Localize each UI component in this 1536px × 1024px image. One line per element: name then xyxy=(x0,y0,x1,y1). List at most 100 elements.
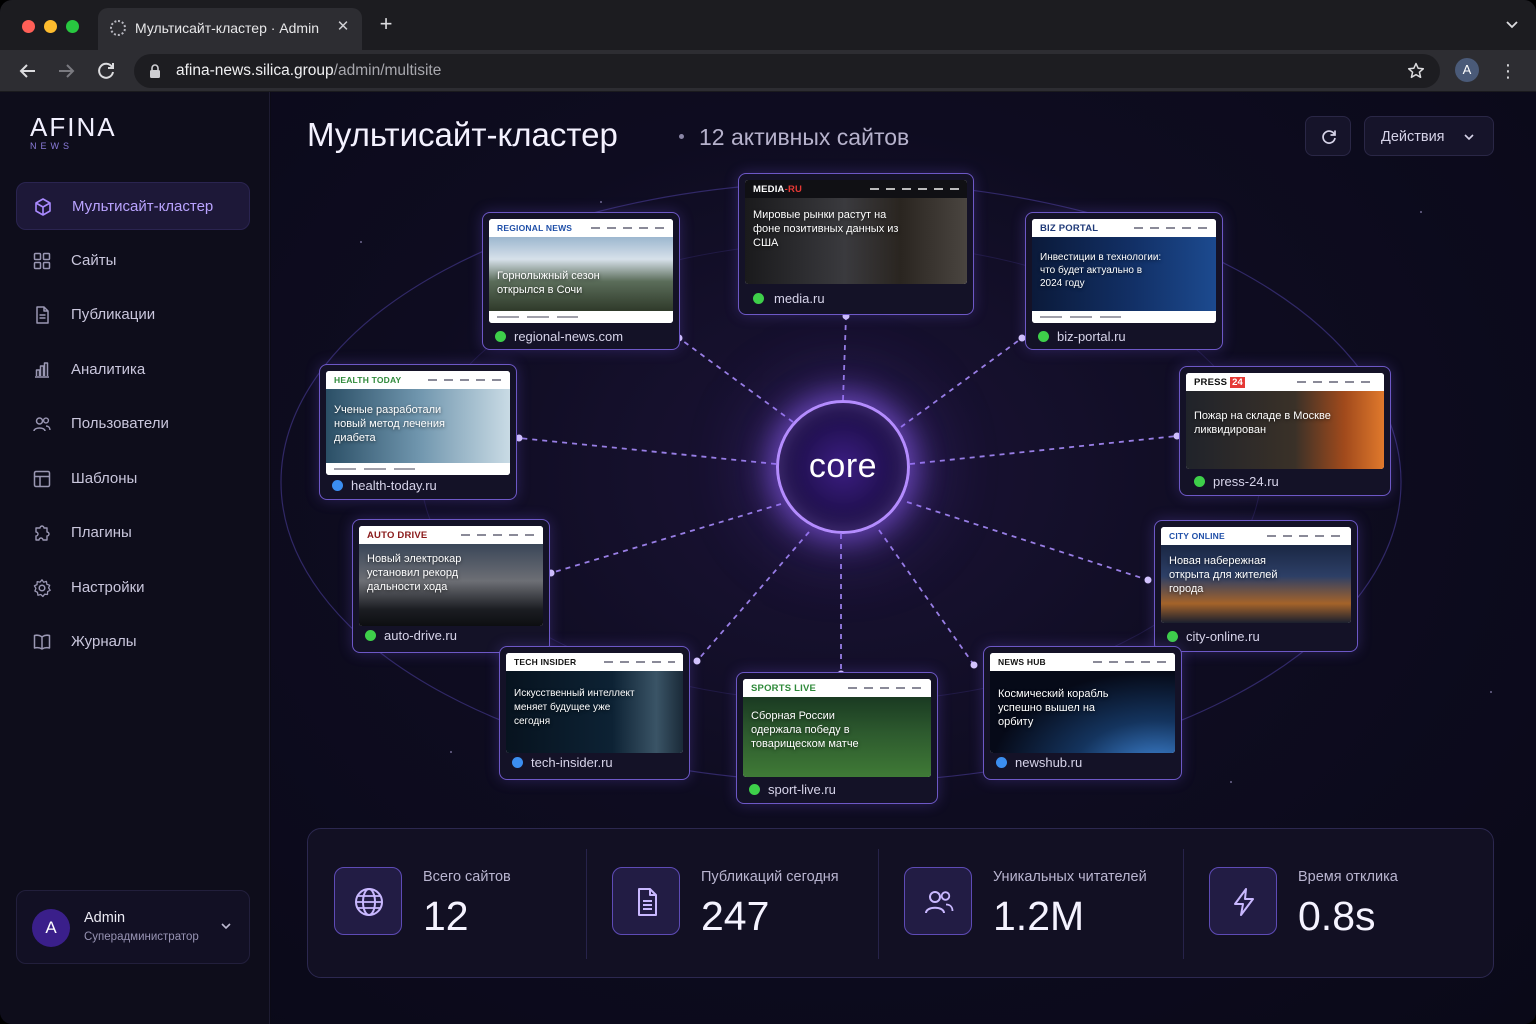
site-card-biz-portal[interactable]: BIZ PORTAL Инвестиции в технологии: что … xyxy=(1025,212,1223,350)
site-brand: CITY ONLINE xyxy=(1169,531,1225,541)
site-card-tech-insider[interactable]: TECH INSIDER Искусственный интеллект мен… xyxy=(499,646,690,780)
maximize-window-button[interactable] xyxy=(66,20,79,33)
site-header: NEWS HUB xyxy=(990,653,1175,671)
site-card-auto-drive[interactable]: AUTO DRIVE Новый электрокар установил ре… xyxy=(352,519,550,653)
site-nav xyxy=(1267,535,1343,537)
chevron-down-icon xyxy=(221,923,231,930)
bookmark-star-icon[interactable] xyxy=(1406,61,1426,81)
site-card-press-24[interactable]: PRESS 24 Пожар на складе в Москве ликвид… xyxy=(1179,366,1391,496)
close-window-button[interactable] xyxy=(22,20,35,33)
lock-icon xyxy=(150,64,160,78)
url-host: afina-news.silica.group xyxy=(176,62,334,79)
site-card-media[interactable]: MEDIA-RU Мировые рынки растут на фоне по… xyxy=(738,173,974,315)
hero-image: Искусственный интеллект меняет будущее у… xyxy=(506,671,683,753)
site-card-city-online[interactable]: CITY ONLINE Новая набережная открыта для… xyxy=(1154,520,1358,652)
address-bar[interactable]: afina-news.silica.group/admin/multisite xyxy=(134,54,1440,88)
browser-window: Мультисайт-кластер · Admin ✕ + afina-new… xyxy=(0,0,1536,1024)
sidebar-item-multisite-cluster[interactable]: Мультисайт-кластер xyxy=(16,182,250,230)
afina-logo[interactable]: AFINA NEWS xyxy=(30,112,117,151)
sidebar-item-publications[interactable]: Публикации xyxy=(16,291,250,339)
stat-label: Публикаций сегодня xyxy=(701,869,839,885)
sidebar-item-label: Шаблоны xyxy=(71,469,138,487)
site-card-sport-live[interactable]: SPORTS LIVE Сборная России одержала побе… xyxy=(736,672,938,804)
site-domain: city-online.ru xyxy=(1186,629,1260,644)
site-nav xyxy=(604,661,675,663)
stat-response-time: Время отклика 0.8s xyxy=(1183,829,1495,979)
node-news xyxy=(970,661,978,669)
browser-tab[interactable]: Мультисайт-кластер · Admin ✕ xyxy=(98,8,362,50)
site-header: BIZ PORTAL xyxy=(1032,219,1216,237)
site-brand: HEALTH TODAY xyxy=(334,375,402,385)
node-tech xyxy=(693,657,701,665)
link-auto xyxy=(550,503,782,574)
site-preview: REGIONAL NEWS Горнолыжный сезон открылся… xyxy=(489,219,673,323)
hero-image: Ученые разработали новый метод лечения д… xyxy=(326,389,510,463)
site-headline: Искусственный интеллект меняет будущее у… xyxy=(514,688,635,727)
sidebar-nav: Мультисайт-кластер Сайты Публикации Анал… xyxy=(16,182,250,673)
site-domain: tech-insider.ru xyxy=(531,755,613,770)
stat-value: 247 xyxy=(701,893,770,939)
core-label: core xyxy=(808,447,878,485)
site-nav xyxy=(461,534,535,536)
sidebar-item-settings[interactable]: Настройки xyxy=(16,564,250,612)
site-card-health-today[interactable]: HEALTH TODAY Ученые разработали новый ме… xyxy=(319,364,517,500)
star-dot xyxy=(1230,781,1232,783)
link-regional xyxy=(678,337,794,423)
browser-menu-icon[interactable]: ⋮ xyxy=(1498,60,1518,82)
hero-image: Новая набережная открыта для жителей гор… xyxy=(1161,545,1351,623)
browser-toolbar: afina-news.silica.group/admin/multisite … xyxy=(0,50,1536,92)
sidebar-item-label: Плагины xyxy=(71,524,132,541)
sidebar-item-logs[interactable]: Журналы xyxy=(16,618,250,666)
sidebar-item-templates[interactable]: Шаблоны xyxy=(16,455,250,503)
puzzle-icon xyxy=(35,525,50,541)
site-header: REGIONAL NEWS xyxy=(489,219,673,237)
users-icon xyxy=(904,867,972,935)
sidebar-item-label: Сайты xyxy=(71,251,117,269)
reload-icon[interactable] xyxy=(93,58,119,84)
user-menu[interactable]: A Admin Суперадминистратор xyxy=(16,890,250,964)
site-headline: Сборная России одержала победу в товарищ… xyxy=(751,710,859,750)
new-tab-icon[interactable]: + xyxy=(374,12,398,36)
site-domain: media.ru xyxy=(774,291,825,306)
brand-suffix: 24 xyxy=(1230,377,1246,388)
site-headline: Горнолыжный сезон открылся в Сочи xyxy=(497,270,600,296)
tab-close-icon[interactable]: ✕ xyxy=(332,16,354,38)
tab-bar: Мультисайт-кластер · Admin ✕ + xyxy=(0,0,1536,50)
sidebar-item-users[interactable]: Пользователи xyxy=(16,400,250,448)
site-card-newshub[interactable]: NEWS HUB Космический корабль успешно выш… xyxy=(983,646,1182,780)
document-icon xyxy=(612,867,680,935)
layout-icon xyxy=(33,470,51,487)
gear-icon xyxy=(33,578,51,597)
site-domain: regional-news.com xyxy=(514,329,624,344)
site-domain: health-today.ru xyxy=(351,478,437,493)
site-preview: NEWS HUB Космический корабль успешно выш… xyxy=(990,653,1175,753)
site-nav xyxy=(847,687,923,689)
site-footer xyxy=(1032,311,1216,323)
minimize-window-button[interactable] xyxy=(44,20,57,33)
hero-image: Космический корабль успешно вышел на орб… xyxy=(990,671,1175,753)
site-headline: Мировые рынки растут на фоне позитивных … xyxy=(753,209,899,249)
sidebar-item-plugins[interactable]: Плагины xyxy=(16,509,250,557)
tab-search-chevron-icon[interactable] xyxy=(1502,14,1522,34)
hero-image: Мировые рынки растут на фоне позитивных … xyxy=(745,198,967,284)
site-brand: AUTO DRIVE xyxy=(367,530,428,541)
profile-avatar[interactable]: A xyxy=(1455,58,1479,82)
sidebar-item-sites[interactable]: Сайты xyxy=(16,237,250,285)
site-brand: SPORTS LIVE xyxy=(751,683,817,694)
star-dot xyxy=(360,241,362,243)
core-node[interactable]: core xyxy=(776,400,910,534)
sidebar-item-analytics[interactable]: Аналитика xyxy=(16,346,250,394)
back-arrow-icon[interactable] xyxy=(15,58,41,84)
site-preview: AUTO DRIVE Новый электрокар установил ре… xyxy=(359,526,543,626)
forward-arrow-icon[interactable] xyxy=(53,58,79,84)
site-card-regional-news[interactable]: REGIONAL NEWS Горнолыжный сезон открылся… xyxy=(482,212,680,350)
link-media xyxy=(842,315,847,401)
site-domain: auto-drive.ru xyxy=(384,628,457,643)
stat-publications-today: Публикаций сегодня 247 xyxy=(586,829,878,979)
lightning-icon xyxy=(1209,867,1277,935)
site-header: TECH INSIDER xyxy=(506,653,683,671)
site-header: AUTO DRIVE xyxy=(359,526,543,544)
hero-image: Пожар на складе в Москве ликвидирован xyxy=(1186,391,1384,469)
site-headline: Ученые разработали новый метод лечения д… xyxy=(334,404,445,444)
user-name: Admin xyxy=(84,910,126,926)
